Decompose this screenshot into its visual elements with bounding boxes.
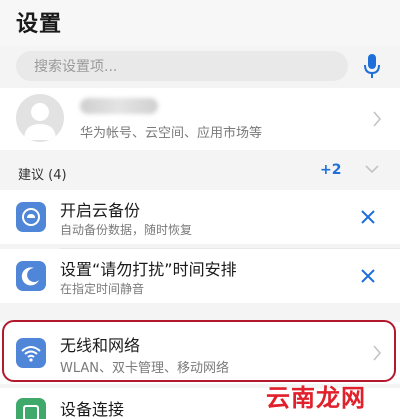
- suggestion-title: 开启云备份: [60, 201, 141, 220]
- suggestion-cloud-backup[interactable]: 开启云备份 自动备份数据，随时恢复: [0, 190, 400, 244]
- watermark: 云南龙网: [266, 384, 366, 412]
- search-box[interactable]: [16, 51, 348, 83]
- cloud-backup-icon: [16, 202, 46, 232]
- header: 设置: [0, 0, 400, 46]
- account-name-blurred: [80, 98, 158, 114]
- settings-item-subtitle: WLAN、双卡管理、移动网络: [60, 361, 230, 376]
- microphone-icon[interactable]: [360, 51, 384, 81]
- settings-item-wireless-network[interactable]: 无线和网络 WLAN、双卡管理、移动网络: [0, 322, 400, 384]
- avatar: [16, 94, 64, 142]
- search-input[interactable]: [32, 51, 336, 83]
- close-icon[interactable]: [360, 209, 376, 225]
- suggestion-subtitle: 在指定时间静音: [60, 282, 145, 296]
- chevron-down-icon[interactable]: [364, 164, 380, 174]
- wifi-icon: [16, 338, 46, 368]
- account-subtitle: 华为帐号、云空间、应用市场等: [80, 126, 263, 141]
- suggestions-more-count[interactable]: +2: [320, 162, 341, 178]
- default-avatar-icon: [24, 103, 56, 140]
- suggestions-title: 建议 (4): [18, 168, 67, 183]
- close-icon[interactable]: [360, 268, 376, 284]
- device-connection-icon: [16, 398, 46, 419]
- settings-item-title: 无线和网络: [60, 336, 141, 355]
- chevron-right-icon: [373, 345, 382, 361]
- suggestion-title: 设置“请勿打扰”时间安排: [60, 260, 237, 279]
- suggestions-header: 建议 (4) +2: [0, 150, 400, 190]
- moon-icon: [16, 261, 46, 291]
- suggestion-subtitle: 自动备份数据，随时恢复: [60, 223, 193, 237]
- search-row: [0, 46, 400, 88]
- page-title: 设置: [16, 12, 63, 37]
- chevron-right-icon: [373, 111, 382, 127]
- account-row[interactable]: 华为帐号、云空间、应用市场等: [0, 88, 400, 150]
- suggestion-do-not-disturb[interactable]: 设置“请勿打扰”时间安排 在指定时间静音: [0, 249, 400, 303]
- settings-item-title: 设备连接: [60, 400, 125, 419]
